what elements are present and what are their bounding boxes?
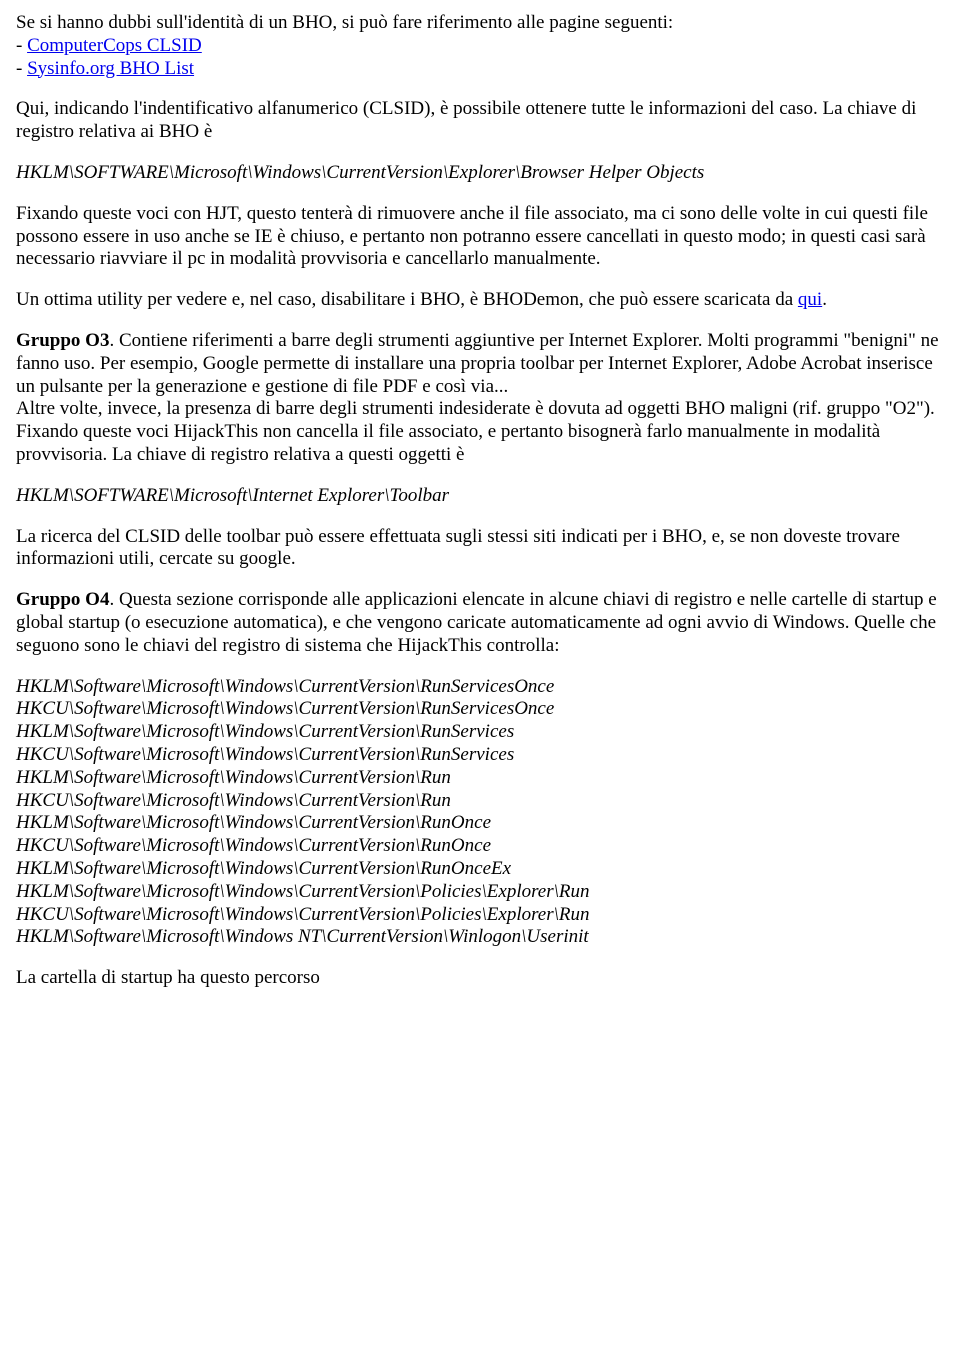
paragraph-gruppo-o4: Gruppo O4. Questa sezione corrisponde al… xyxy=(16,589,944,657)
link-qui[interactable]: qui xyxy=(798,289,822,310)
registry-path-item: HKCU\Software\Microsoft\Windows\CurrentV… xyxy=(16,904,944,927)
paragraph-bho-intro: Se si hanno dubbi sull'identità di un BH… xyxy=(16,12,944,80)
registry-path-item: HKCU\Software\Microsoft\Windows\CurrentV… xyxy=(16,698,944,721)
text: . xyxy=(822,289,827,310)
text: - xyxy=(16,58,27,79)
text: . Contiene riferimenti a barre degli str… xyxy=(16,330,939,397)
registry-path-item: HKCU\Software\Microsoft\Windows\CurrentV… xyxy=(16,835,944,858)
text: Se si hanno dubbi sull'identità di un BH… xyxy=(16,12,673,33)
paragraph-bhodemon: Un ottima utility per vedere e, nel caso… xyxy=(16,289,944,312)
registry-path-item: HKLM\Software\Microsoft\Windows\CurrentV… xyxy=(16,767,944,790)
text: . Questa sezione corrisponde alle applic… xyxy=(16,589,937,656)
paragraph-fix-hjt: Fixando queste voci con HJT, questo tent… xyxy=(16,203,944,271)
label-gruppo-o4: Gruppo O4 xyxy=(16,589,109,610)
paragraph-gruppo-o3: Gruppo O3. Contiene riferimenti a barre … xyxy=(16,330,944,467)
paragraph-startup-folder: La cartella di startup ha questo percors… xyxy=(16,967,944,990)
label-gruppo-o3: Gruppo O3 xyxy=(16,330,109,351)
text: Un ottima utility per vedere e, nel caso… xyxy=(16,289,798,310)
link-computercops[interactable]: ComputerCops CLSID xyxy=(27,35,202,56)
registry-path-item: HKLM\Software\Microsoft\Windows NT\Curre… xyxy=(16,926,944,949)
registry-path-toolbar: HKLM\SOFTWARE\Microsoft\Internet Explore… xyxy=(16,485,944,508)
registry-path-bho: HKLM\SOFTWARE\Microsoft\Windows\CurrentV… xyxy=(16,162,944,185)
registry-path-item: HKLM\Software\Microsoft\Windows\CurrentV… xyxy=(16,881,944,904)
registry-list: HKLM\Software\Microsoft\Windows\CurrentV… xyxy=(16,676,944,950)
registry-path-item: HKCU\Software\Microsoft\Windows\CurrentV… xyxy=(16,790,944,813)
registry-path-item: HKLM\Software\Microsoft\Windows\CurrentV… xyxy=(16,812,944,835)
text: - xyxy=(16,35,27,56)
text: Altre volte, invece, la presenza di barr… xyxy=(16,398,935,465)
registry-path-item: HKLM\Software\Microsoft\Windows\CurrentV… xyxy=(16,858,944,881)
registry-path-item: HKLM\Software\Microsoft\Windows\CurrentV… xyxy=(16,721,944,744)
link-sysinfo[interactable]: Sysinfo.org BHO List xyxy=(27,58,194,79)
registry-path-item: HKLM\Software\Microsoft\Windows\CurrentV… xyxy=(16,676,944,699)
paragraph-clsid-search: La ricerca del CLSID delle toolbar può e… xyxy=(16,526,944,572)
paragraph-clsid-info: Qui, indicando l'indentificativo alfanum… xyxy=(16,98,944,144)
registry-path-item: HKCU\Software\Microsoft\Windows\CurrentV… xyxy=(16,744,944,767)
